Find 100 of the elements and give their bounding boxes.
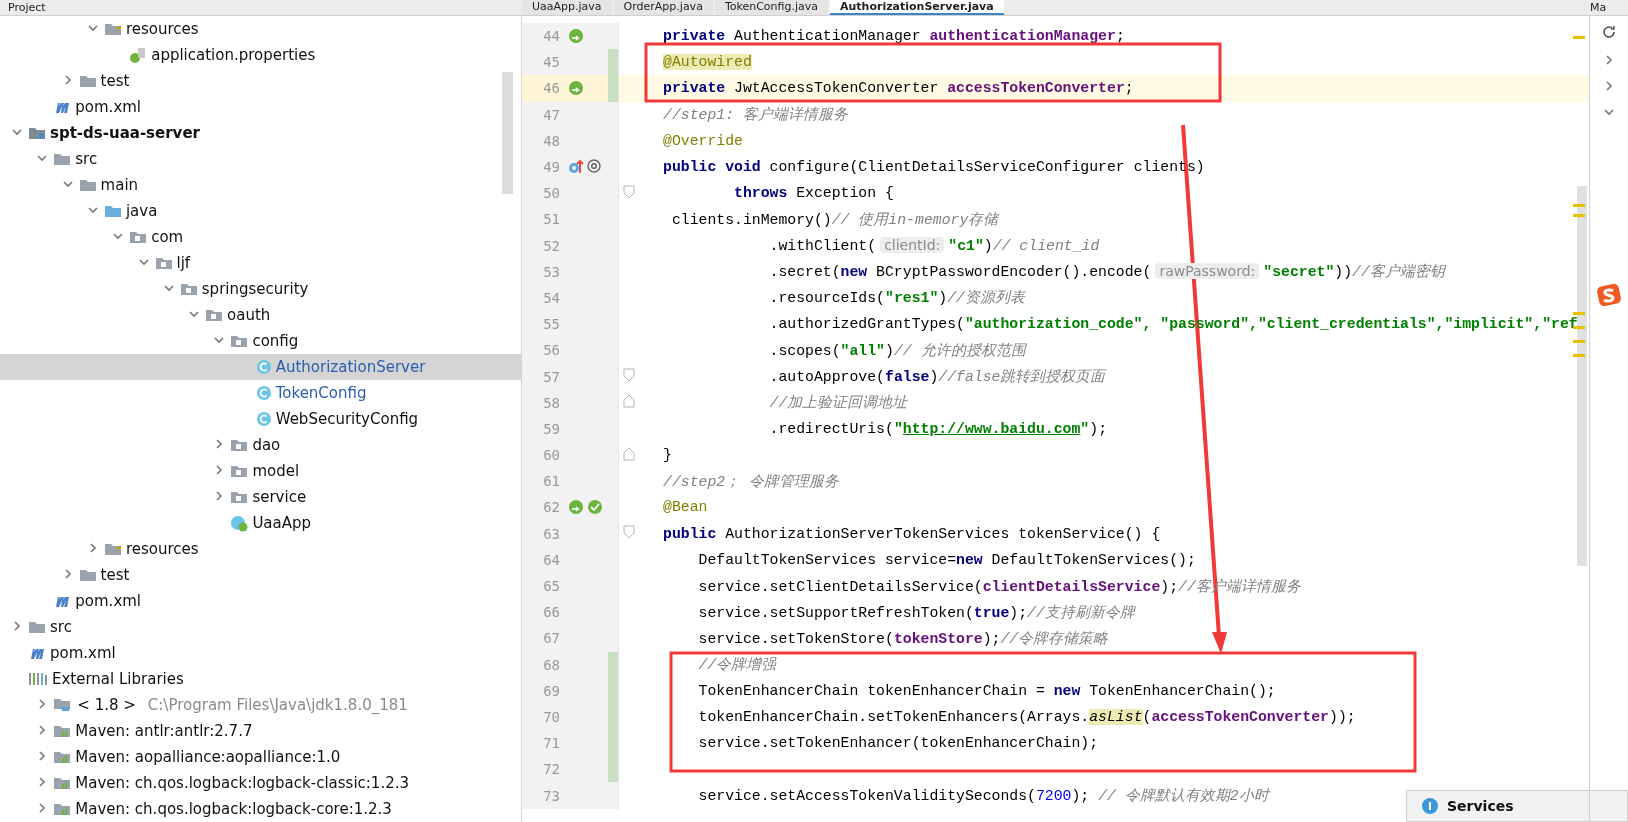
tree-item[interactable]: UaaApp xyxy=(0,510,521,536)
tree-item-label: src xyxy=(75,150,98,168)
line-number: 44 xyxy=(542,28,560,45)
tree-item[interactable]: pom.xml xyxy=(0,588,521,614)
warning-marker[interactable] xyxy=(1573,340,1585,343)
tree-item[interactable]: com xyxy=(0,224,521,250)
editor-tab[interactable]: OrderApp.java xyxy=(613,0,713,15)
tree-item[interactable]: src xyxy=(0,614,521,640)
tree-item-label: model xyxy=(252,462,300,480)
warning-marker[interactable] xyxy=(1573,312,1585,315)
chevron-down-icon[interactable] xyxy=(137,256,150,268)
tree-item[interactable]: resources xyxy=(0,536,521,562)
services-icon xyxy=(1421,797,1439,815)
tree-item[interactable]: dao xyxy=(0,432,521,458)
warning-marker[interactable] xyxy=(1573,354,1585,357)
chevron-right-icon[interactable] xyxy=(1603,54,1615,66)
refresh-icon[interactable] xyxy=(1601,24,1617,40)
override-icon[interactable] xyxy=(568,159,584,176)
editor-tab[interactable]: UaaApp.java xyxy=(522,0,612,15)
tree-item[interactable]: springsecurity xyxy=(0,276,521,302)
chevron-down-icon[interactable] xyxy=(213,334,226,346)
tree-item[interactable]: oauth xyxy=(0,302,521,328)
tree-item[interactable]: Maven: antlr:antlr:2.7.7 xyxy=(0,718,521,744)
bean-check-icon[interactable] xyxy=(587,499,603,516)
line-number: 71 xyxy=(542,735,560,752)
tree-item[interactable]: test xyxy=(0,562,521,588)
code-line: service.setAccessTokenValiditySeconds(7200); // 令牌默认有效期2小时 xyxy=(697,787,1269,806)
tree-item[interactable]: test xyxy=(0,68,521,94)
bean-icon[interactable] xyxy=(568,28,584,45)
chevron-right-icon[interactable] xyxy=(1603,80,1615,92)
tree-item[interactable]: Maven: ch.qos.logback:logback-classic:1.2.3 xyxy=(0,770,521,796)
fold-marker-icon[interactable] xyxy=(623,184,635,199)
chevron-down-icon[interactable] xyxy=(86,22,99,34)
tree-item[interactable]: pom.xml xyxy=(0,94,521,120)
chevron-down-icon[interactable] xyxy=(11,126,23,138)
tree-item[interactable]: resources xyxy=(0,16,521,42)
tree-item[interactable]: pom.xml xyxy=(0,640,521,666)
folder-icon xyxy=(129,230,148,244)
chevron-right-icon[interactable] xyxy=(11,620,23,632)
tree-item[interactable]: TokenConfig xyxy=(0,380,521,406)
chevron-down-icon[interactable] xyxy=(188,308,201,320)
tree-item[interactable]: config xyxy=(0,328,521,354)
folder-icon xyxy=(28,126,46,140)
code-line: .secret(new BCryptPasswordEncoder().encode( rawPassword: "secret"))//客户端密钥 xyxy=(768,262,1445,282)
tree-item-label: Maven: ch.qos.logback:logback-classic:1.2.3 xyxy=(75,774,410,792)
code-line: .withClient( clientId: "c1")// client_id xyxy=(768,237,1100,255)
line-number: 57 xyxy=(542,368,560,385)
line-number: 52 xyxy=(542,237,560,254)
tree-item[interactable]: AuthorizationServer xyxy=(0,354,521,380)
chevron-down-icon[interactable] xyxy=(36,152,49,164)
services-label: Services xyxy=(1447,798,1514,814)
chevron-down-icon[interactable] xyxy=(61,178,74,190)
code-line: throws Exception { xyxy=(733,185,894,202)
chevron-down-icon[interactable] xyxy=(86,204,99,216)
bean-icon[interactable] xyxy=(568,80,584,97)
maven-file-icon xyxy=(53,594,72,608)
tree-item[interactable]: Maven: ch.qos.logback:logback-core:1.2.3 xyxy=(0,796,521,822)
editor-tab[interactable]: TokenConfig.java xyxy=(714,0,828,15)
tree-item-label: resources xyxy=(125,540,199,558)
code-line: //step2； 令牌管理服务 xyxy=(662,472,840,491)
scrollbar-thumb[interactable] xyxy=(502,72,513,194)
code-line: private JwtAccessTokenConverter accessTokenConverter; xyxy=(662,80,1134,97)
tree-item[interactable]: application.properties xyxy=(0,42,521,68)
library-icon xyxy=(53,750,72,764)
tree-item[interactable]: src xyxy=(0,146,521,172)
tree-item[interactable]: java xyxy=(0,198,521,224)
tree-item[interactable]: Maven: aopalliance:aopalliance:1.0 xyxy=(0,744,521,770)
chevron-down-icon[interactable] xyxy=(162,282,175,294)
tree-item-label: service xyxy=(252,488,307,506)
tree-item[interactable]: ljf xyxy=(0,250,521,276)
fold-marker-icon[interactable] xyxy=(623,394,635,409)
chevron-down-icon[interactable] xyxy=(112,230,125,242)
fold-marker-icon[interactable] xyxy=(623,368,635,383)
tree-item[interactable]: spt-ds-uaa-server xyxy=(0,120,521,146)
warning-marker[interactable] xyxy=(1573,214,1585,217)
annotation-icon[interactable] xyxy=(587,159,601,174)
warning-marker[interactable] xyxy=(1573,36,1585,39)
tree-item[interactable]: model xyxy=(0,458,521,484)
side-panel-label[interactable]: Ma xyxy=(1584,0,1628,15)
tree-item[interactable]: WebSecurityConfig xyxy=(0,406,521,432)
line-number: 63 xyxy=(542,525,560,542)
services-popup[interactable]: Services xyxy=(1406,790,1628,822)
folder-icon xyxy=(230,334,249,348)
fold-marker-icon[interactable] xyxy=(623,446,635,461)
fold-marker-icon[interactable] xyxy=(623,525,635,540)
scrollbar-thumb[interactable] xyxy=(1577,186,1587,566)
editor-tab[interactable]: AuthorizationServer.java xyxy=(830,0,1004,15)
warning-marker[interactable] xyxy=(1573,326,1585,329)
tree-item[interactable]: External Libraries xyxy=(0,666,521,692)
tree-item[interactable]: main xyxy=(0,172,521,198)
tree-item-label: application.properties xyxy=(151,46,316,64)
bean-icon[interactable] xyxy=(568,499,584,516)
tree-item[interactable]: < 1.8 > C:\Program Files\Java\jdk1.8.0_181 xyxy=(0,692,521,718)
chevron-down-icon[interactable] xyxy=(1603,106,1615,118)
code-line: .redirectUris("http://www.baidu.com"); xyxy=(768,420,1107,437)
library-icon xyxy=(53,776,72,790)
tree-item-label: pom.xml xyxy=(50,644,116,662)
class-icon xyxy=(255,411,272,427)
warning-marker[interactable] xyxy=(1573,204,1585,207)
tree-item[interactable]: service xyxy=(0,484,521,510)
